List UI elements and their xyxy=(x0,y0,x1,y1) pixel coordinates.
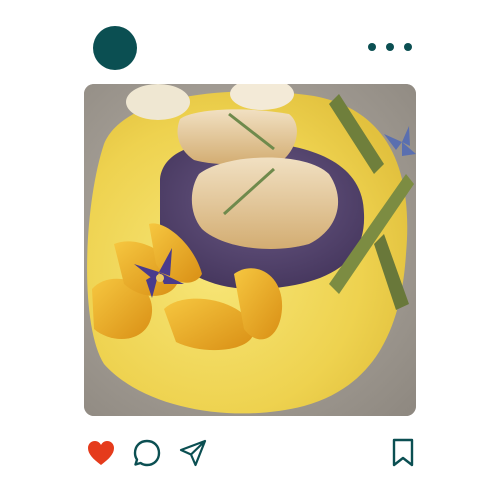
save-button[interactable] xyxy=(386,436,420,470)
comment-icon xyxy=(133,439,161,467)
profile-avatar[interactable] xyxy=(93,26,137,70)
post-actions-bar xyxy=(84,436,416,470)
menu-dot-icon xyxy=(404,43,412,51)
chicken-piece xyxy=(191,157,339,249)
dish-illustration xyxy=(84,84,416,416)
send-icon xyxy=(179,439,207,467)
bookmark-icon xyxy=(392,438,414,467)
post-photo[interactable] xyxy=(84,84,416,416)
menu-dot-icon xyxy=(386,43,394,51)
chicken-piece xyxy=(177,109,297,165)
heart-icon xyxy=(88,441,114,465)
comment-button[interactable] xyxy=(130,436,164,470)
pearl-onion xyxy=(126,84,190,120)
more-options-button[interactable] xyxy=(368,38,412,56)
menu-dot-icon xyxy=(368,43,376,51)
like-button[interactable] xyxy=(84,436,118,470)
share-button[interactable] xyxy=(176,436,210,470)
